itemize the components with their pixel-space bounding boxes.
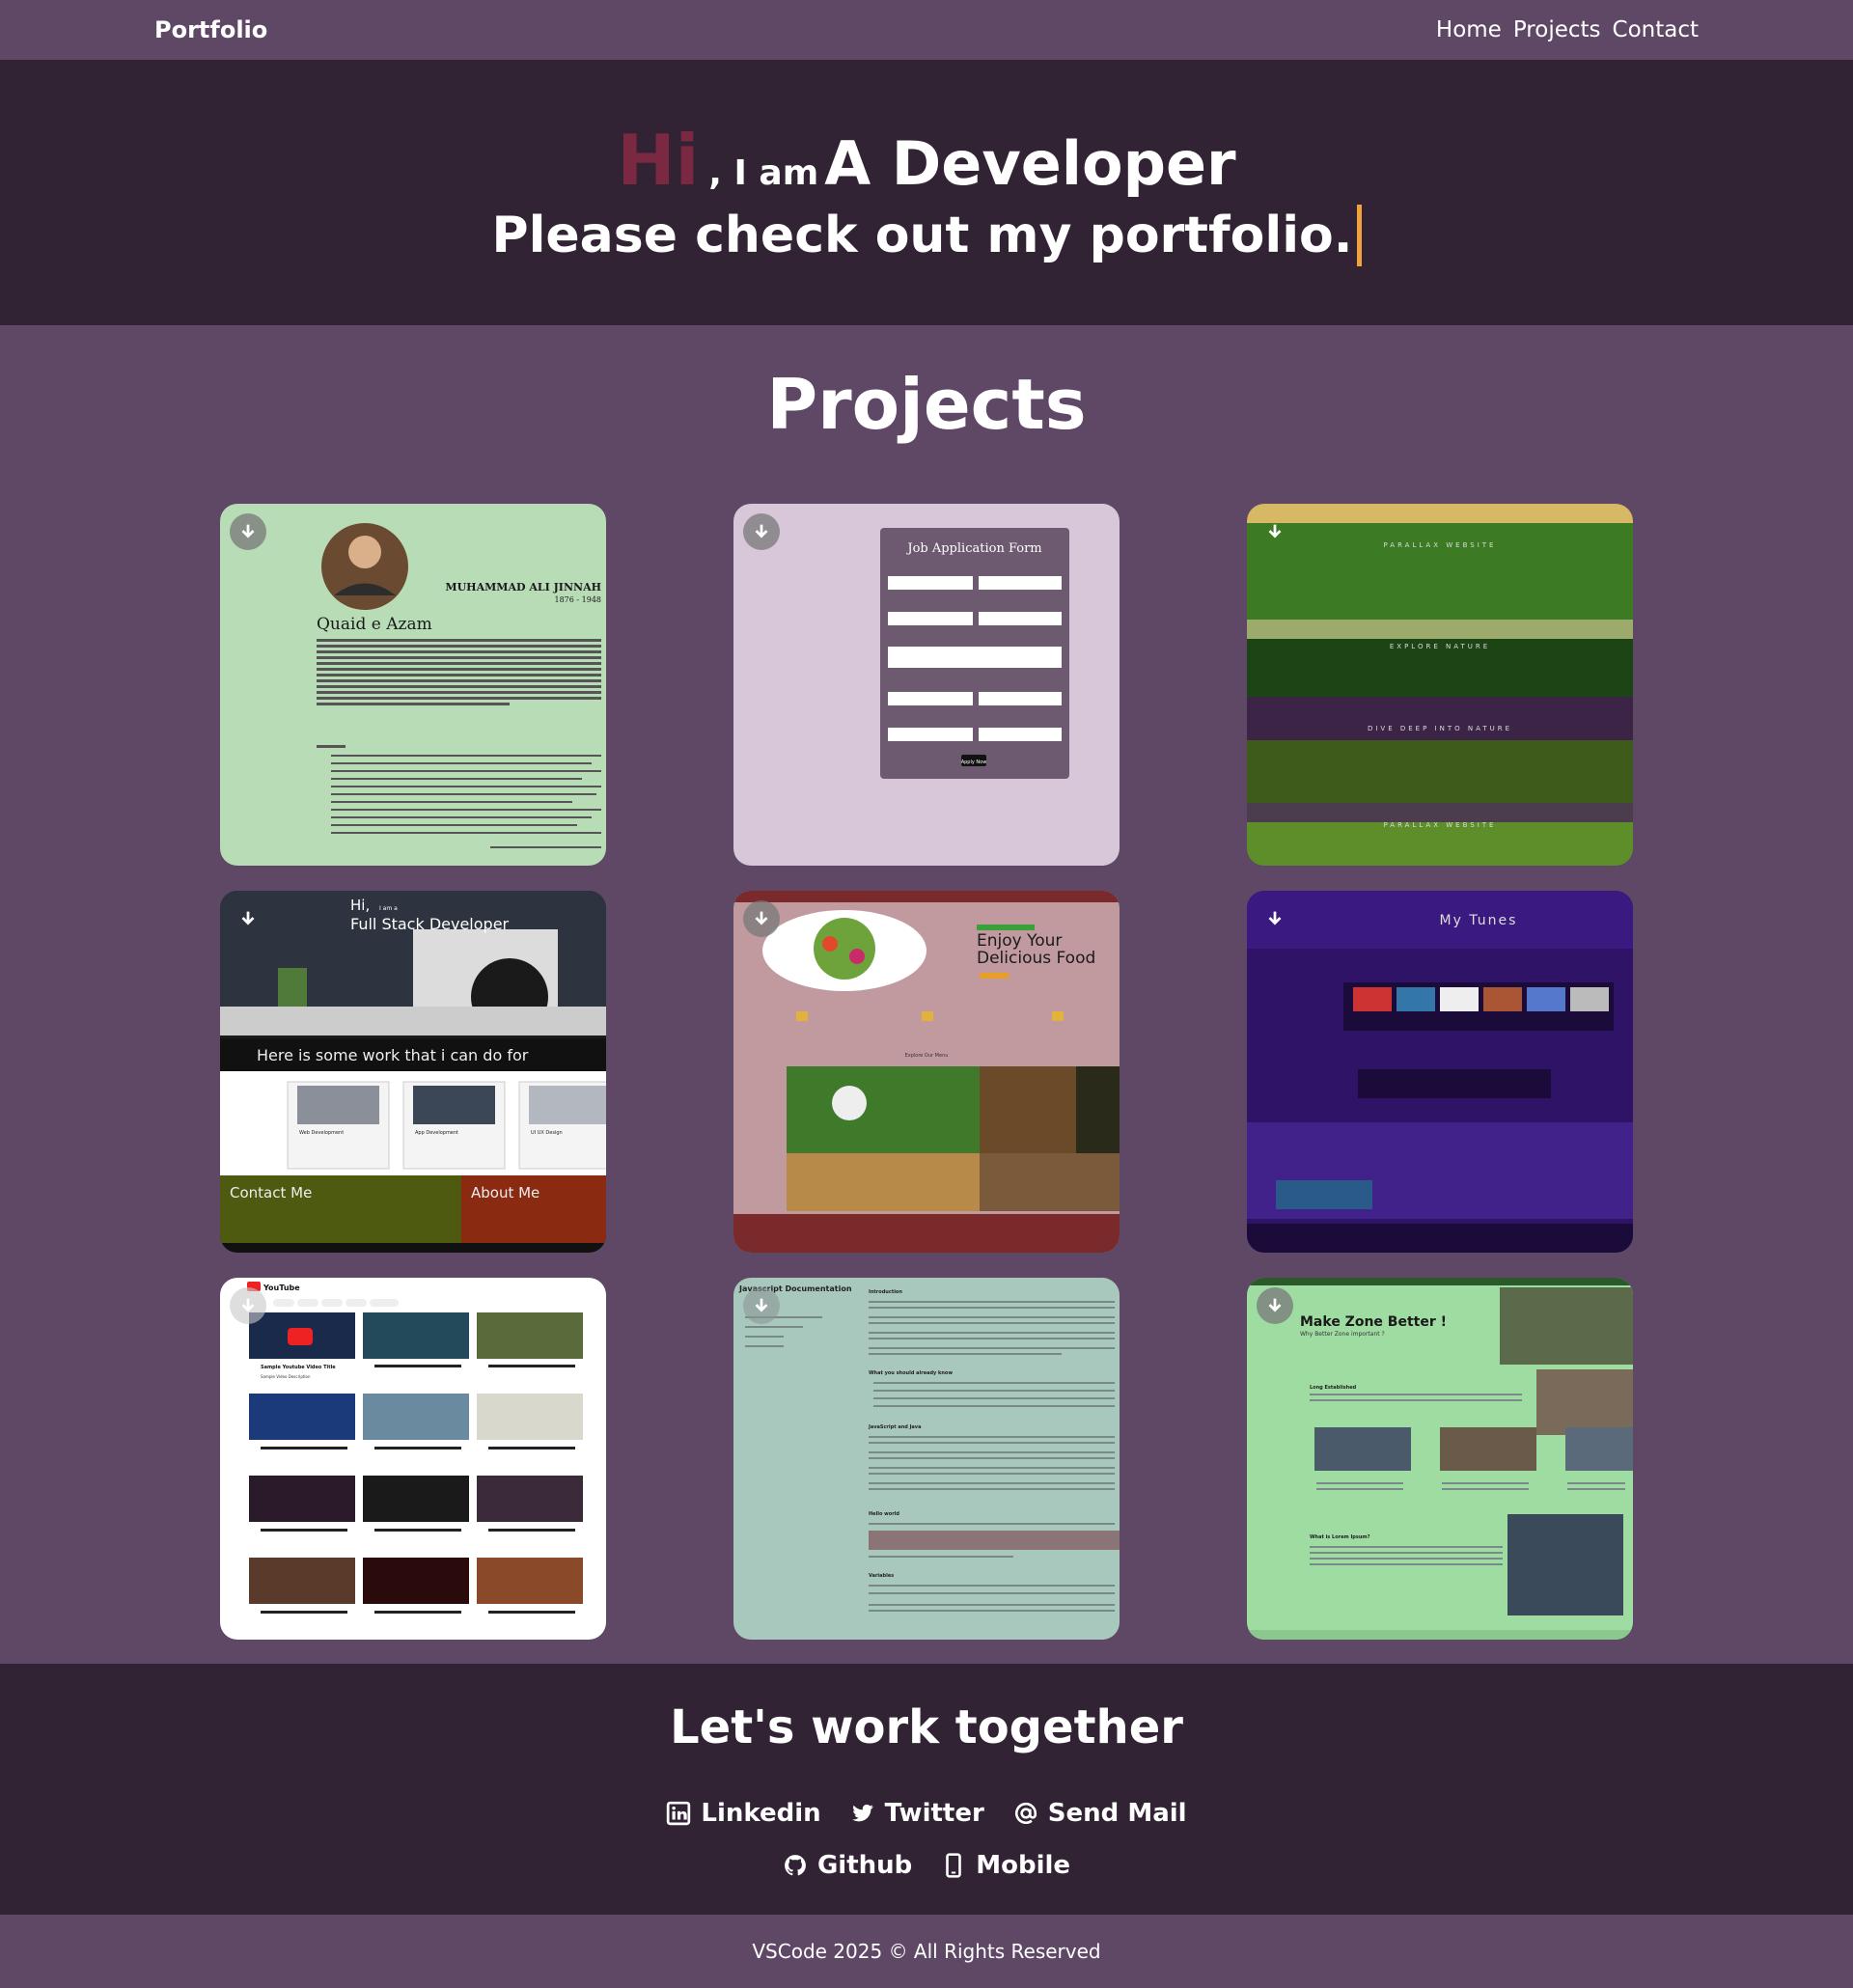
contact-links-row-1: Linkedin Twitter Send Mail (0, 1799, 1853, 1828)
project-thumbnail: Make Zone Better ! Why Better Zone impor… (1247, 1278, 1633, 1640)
download-icon[interactable] (230, 900, 266, 937)
download-icon[interactable] (230, 1287, 266, 1324)
card-text: Enjoy Your (977, 931, 1062, 951)
linkedin-label: Linkedin (701, 1799, 821, 1828)
card-text: YouTube (263, 1284, 300, 1292)
at-icon (1014, 1802, 1037, 1824)
project-card-jinnah[interactable]: MUHAMMAD ALI JINNAH 1876 - 1948 Quaid e … (220, 504, 606, 866)
nav-link-home[interactable]: Home (1436, 17, 1502, 42)
linkedin-icon (667, 1801, 691, 1826)
hero-heading: Hi , I am A Developer (617, 120, 1235, 201)
github-icon (785, 1855, 806, 1876)
card-text: My Tunes (1440, 913, 1518, 928)
projects-grid: MUHAMMAD ALI JINNAH 1876 - 1948 Quaid e … (0, 504, 1853, 1640)
card-text: Explore Our Menu (905, 1053, 949, 1059)
project-card-full-stack[interactable]: Hi, I am a Full Stack Developer Here is … (220, 891, 606, 1253)
card-text: Contact Me (230, 1184, 312, 1201)
download-icon[interactable] (230, 513, 266, 550)
github-label: Github (816, 1851, 913, 1880)
card-text: Make Zone Better ! (1300, 1314, 1447, 1330)
brand-logo[interactable]: Portfolio (154, 16, 267, 43)
footer-text: VSCode 2025 © All Rights Reserved (752, 1940, 1101, 1963)
projects-title: Projects (766, 364, 1087, 445)
project-thumbnail: PARALLAX WEBSITE EXPLORE NATURE DIVE DEE… (1247, 504, 1633, 866)
card-text: Hi, (350, 897, 370, 914)
card-text: Sample Video Description (261, 1374, 311, 1379)
project-thumbnail: Enjoy Your Delicious Food Explore Our Me… (733, 891, 1120, 1253)
project-card-js-docs[interactable]: Javascript Documentation Introduction Wh… (733, 1278, 1120, 1640)
project-card-food[interactable]: Enjoy Your Delicious Food Explore Our Me… (733, 891, 1120, 1253)
project-thumbnail: Javascript Documentation Introduction Wh… (733, 1278, 1120, 1640)
project-card-youtube[interactable]: YouTube Sample Youtube Video Title Sampl… (220, 1278, 606, 1640)
project-thumbnail: Job Application Form Apply Now (733, 504, 1120, 866)
projects-section: Projects MUHAMMAD ALI JINNAH 1876 - 1948… (0, 325, 1853, 1664)
nav-links: Home Projects Contact (1436, 17, 1699, 42)
twitter-label: Twitter (884, 1799, 984, 1828)
hero-iam: , I am (708, 152, 819, 193)
card-text: Job Application Form (905, 541, 1041, 556)
navbar: Portfolio Home Projects Contact (0, 0, 1853, 60)
hero-tagline: Please check out my portfolio. (491, 206, 1353, 264)
card-text: I am a (379, 905, 398, 912)
contact-title: Let's work together (670, 1700, 1183, 1754)
twitter-link[interactable]: Twitter (850, 1799, 984, 1828)
project-card-parallax[interactable]: PARALLAX WEBSITE EXPLORE NATURE DIVE DEE… (1247, 504, 1633, 866)
contact-links-row-2: Github Mobile (0, 1851, 1853, 1880)
twitter-icon (851, 1804, 873, 1822)
card-text: DIVE DEEP INTO NATURE (1368, 725, 1512, 732)
send-mail-label: Send Mail (1047, 1799, 1187, 1828)
card-text: Quaid e Azam (317, 615, 432, 634)
hero-role: A Developer (824, 127, 1236, 199)
card-text: Web Development (299, 1130, 344, 1136)
mobile-icon (946, 1853, 962, 1878)
card-text: Hello world (869, 1511, 899, 1517)
card-text: JavaScript and Java (868, 1424, 921, 1430)
download-icon[interactable] (743, 900, 780, 937)
download-icon[interactable] (1257, 900, 1293, 937)
typing-cursor (1356, 204, 1362, 266)
card-text: Why Better Zone important ? (1300, 1331, 1385, 1338)
download-icon[interactable] (743, 1287, 780, 1324)
card-text: Here is some work that i can do for (257, 1046, 529, 1064)
hero-section: Hi , I am A Developer Please check out m… (0, 60, 1853, 325)
card-text: PARALLAX WEBSITE (1384, 821, 1497, 829)
footer: VSCode 2025 © All Rights Reserved (0, 1915, 1853, 1988)
contact-section: Let's work together Linkedin Twitter Sen… (0, 1664, 1853, 1915)
card-text: App Development (415, 1130, 458, 1136)
nav-link-contact[interactable]: Contact (1613, 17, 1699, 42)
hero-hi: Hi (617, 119, 700, 201)
card-text: What you should already know (869, 1370, 953, 1376)
mobile-label: Mobile (976, 1851, 1071, 1880)
card-text: Full Stack Developer (350, 915, 510, 933)
project-thumbnail: MUHAMMAD ALI JINNAH 1876 - 1948 Quaid e … (220, 504, 606, 866)
send-mail-link[interactable]: Send Mail (1013, 1799, 1187, 1828)
download-icon[interactable] (743, 513, 780, 550)
download-icon[interactable] (1257, 1287, 1293, 1324)
download-icon[interactable] (1257, 513, 1293, 550)
card-text: Long Established (1310, 1385, 1357, 1391)
card-text: About Me (471, 1184, 539, 1201)
github-link[interactable]: Github (783, 1851, 912, 1880)
project-thumbnail: YouTube Sample Youtube Video Title Sampl… (220, 1278, 606, 1640)
mobile-link[interactable]: Mobile (941, 1851, 1070, 1880)
project-card-my-tunes[interactable]: My Tunes (1247, 891, 1633, 1253)
card-text: Apply Now (961, 759, 987, 765)
card-text: 1876 - 1948 (554, 595, 601, 604)
card-text: Introduction (869, 1289, 902, 1295)
hero-tagline-row: Please check out my portfolio. (491, 204, 1362, 266)
project-thumbnail: My Tunes (1247, 891, 1633, 1253)
project-thumbnail: Hi, I am a Full Stack Developer Here is … (220, 891, 606, 1253)
project-card-great-zone[interactable]: Make Zone Better ! Why Better Zone impor… (1247, 1278, 1633, 1640)
card-text: PARALLAX WEBSITE (1384, 541, 1497, 549)
nav-link-projects[interactable]: Projects (1513, 17, 1601, 42)
card-text: What is Lorem Ipsum? (1310, 1534, 1370, 1540)
card-text: MUHAMMAD ALI JINNAH (445, 581, 601, 594)
project-card-job-form[interactable]: Job Application Form Apply Now (733, 504, 1120, 866)
card-text: Sample Youtube Video Title (261, 1365, 336, 1370)
card-text: Variables (869, 1573, 894, 1579)
card-text: UI UX Design (531, 1130, 563, 1136)
card-text: Delicious Food (977, 949, 1095, 968)
linkedin-link[interactable]: Linkedin (666, 1799, 821, 1828)
card-text: EXPLORE NATURE (1390, 643, 1490, 650)
